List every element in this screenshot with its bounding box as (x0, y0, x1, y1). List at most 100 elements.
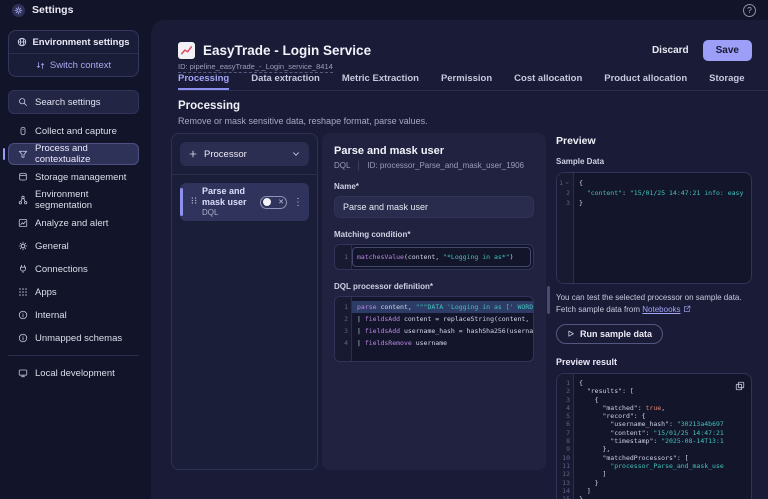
tab[interactable]: Processing (178, 73, 229, 90)
play-icon (567, 330, 575, 338)
external-link-icon[interactable] (683, 305, 691, 313)
code-line: "timestamp": "2025-08-14T13:1 (579, 437, 751, 445)
search-settings-label: Search settings (35, 97, 100, 108)
sidebar-item[interactable]: General (8, 235, 139, 257)
preview-result-label: Preview result (556, 357, 752, 367)
page-title: EasyTrade - Login Service (203, 43, 371, 58)
collect-and-capture-icon (18, 126, 28, 136)
matching-condition-editor[interactable]: 1matchesValue(content, "*Logging in as*"… (334, 244, 534, 270)
processor-type-badge: DQL (334, 161, 350, 170)
sidebar-item-label: Storage management (35, 172, 126, 183)
search-icon (18, 97, 28, 107)
code-line: ] (579, 487, 751, 495)
save-button[interactable]: Save (703, 40, 752, 61)
fold-chevron-icon[interactable] (564, 180, 570, 186)
processor-item-type: DQL (202, 208, 260, 218)
sidebar-item[interactable]: Analyze and alert (8, 212, 139, 234)
sidebar-nav: Collect and capture Process and contextu… (8, 120, 139, 385)
kebab-menu-icon[interactable]: ⋮ (293, 197, 303, 208)
code-line: "matchedProcessors": [ (579, 454, 751, 462)
sidebar-item[interactable]: Storage management (8, 166, 139, 188)
divider: │ (356, 161, 361, 170)
sidebar-item[interactable]: Collect and capture (8, 120, 139, 142)
editor-gutter: 123 (557, 173, 574, 283)
scrollbar-thumb[interactable] (547, 286, 550, 314)
editor-gutter: 1234 (335, 297, 352, 361)
sidebar-item[interactable]: Environment segmentation (8, 189, 139, 211)
chevron-down-icon (291, 149, 301, 159)
editor-gutter: 1 (335, 245, 352, 269)
hint-line2-prefix: Fetch sample data from (556, 305, 642, 314)
app-title: Settings (32, 4, 73, 16)
dql-definition-editor[interactable]: 1234parse content, """DATA 'Logging in a… (334, 296, 534, 362)
code-line: "processor_Parse_and_mask_use (579, 462, 751, 470)
sidebar-item[interactable]: Local development (8, 362, 139, 384)
sidebar-item[interactable]: Process and contextualize (8, 143, 139, 165)
name-input[interactable] (334, 196, 534, 218)
connections-plug-icon (18, 264, 28, 274)
toggle-x-icon: ✕ (278, 199, 284, 206)
pipeline-id[interactable]: ID: pipeline_easyTrade_-_Login_service_8… (178, 62, 333, 73)
tab[interactable]: Product allocation (604, 73, 687, 90)
name-field-label: Name* (334, 182, 534, 191)
sample-data-editor[interactable]: 123{ "content": "15/01/25 14:47:21 info:… (556, 172, 752, 284)
sample-data-label: Sample Data (556, 157, 752, 166)
switch-context-icon (36, 61, 45, 70)
code-line: ] (579, 470, 751, 478)
sidebar-item[interactable]: Internal (8, 304, 139, 326)
discard-button[interactable]: Discard (652, 45, 689, 56)
code-line: | fieldsRemove username (352, 337, 533, 349)
tab[interactable]: Cost allocation (514, 73, 582, 90)
pipeline-chart-icon (178, 42, 195, 59)
process-and-contextualize-icon (18, 149, 28, 159)
tab[interactable]: Data extraction (251, 73, 320, 90)
copy-icon[interactable] (735, 379, 745, 394)
apps-grid-icon (18, 287, 28, 297)
processor-list-item[interactable]: Parse and mask user DQL ✕ ⋮ (180, 183, 309, 221)
tab[interactable]: Permission (441, 73, 492, 90)
code-line: "matched": true, (579, 404, 751, 412)
code-line: { (579, 178, 751, 188)
add-processor-dropdown[interactable]: Processor (180, 142, 309, 166)
sidebar-item[interactable]: Connections (8, 258, 139, 280)
internal-info-icon (18, 310, 28, 320)
help-icon[interactable]: ? (743, 4, 756, 17)
environment-settings-label: Environment settings (32, 37, 129, 48)
run-sample-data-button[interactable]: Run sample data (556, 324, 663, 344)
editor-code[interactable]: { "results": [ { "matched": true, "recor… (574, 374, 751, 499)
processor-enabled-toggle[interactable]: ✕ (260, 196, 287, 209)
editor-code[interactable]: { "content": "15/01/25 14:47:21 info: ea… (574, 173, 751, 283)
processor-list-panel: Processor Parse and mask user DQL ✕ ⋮ (171, 133, 318, 470)
matching-condition-label: Matching condition* (334, 230, 534, 239)
sidebar: Environment settings Switch context Sear… (0, 20, 151, 499)
run-sample-data-label: Run sample data (580, 329, 652, 339)
editor-code[interactable]: parse content, """DATA 'Logging in as ['… (352, 297, 533, 361)
sidebar-item[interactable]: Apps (8, 281, 139, 303)
tab[interactable]: Metric Extraction (342, 73, 419, 90)
environment-settings-header: Environment settings (9, 31, 138, 54)
notebooks-link[interactable]: Notebooks (642, 305, 680, 314)
code-line: } (579, 198, 751, 208)
sidebar-item[interactable]: Unmapped schemas (8, 327, 139, 349)
sidebar-item-label: Process and contextualize (35, 143, 129, 165)
sidebar-item-label: Environment segmentation (35, 189, 129, 211)
editor-code[interactable]: matchesValue(content, "*Logging in as*") (352, 247, 531, 267)
code-line: "content": "15/01/25 14:47:21 (579, 429, 751, 437)
dql-definition-label: DQL processor definition* (334, 282, 534, 291)
drag-handle-icon[interactable] (190, 193, 198, 211)
chart-line-icon (180, 44, 193, 57)
processor-id: ID: processor_Parse_and_mask_user_1906 (367, 161, 524, 170)
switch-context-button[interactable]: Switch context (9, 54, 138, 76)
plus-icon (188, 149, 198, 159)
settings-app-screen: Settings ? Environment settings Switch c… (0, 0, 768, 499)
divider (172, 174, 317, 175)
preview-result-editor[interactable]: 123456789101112131415{ "results": [ { "m… (556, 373, 752, 499)
toggle-knob (263, 198, 271, 206)
search-settings-button[interactable]: Search settings (8, 90, 139, 114)
tab[interactable]: Storage (709, 73, 744, 90)
code-line: "record": { (579, 412, 751, 420)
sidebar-item-label: Unmapped schemas (35, 333, 122, 344)
gear-icon (14, 6, 23, 15)
preview-hint: You can test the selected processor on s… (556, 292, 752, 316)
sidebar-item-label: Internal (35, 310, 67, 321)
